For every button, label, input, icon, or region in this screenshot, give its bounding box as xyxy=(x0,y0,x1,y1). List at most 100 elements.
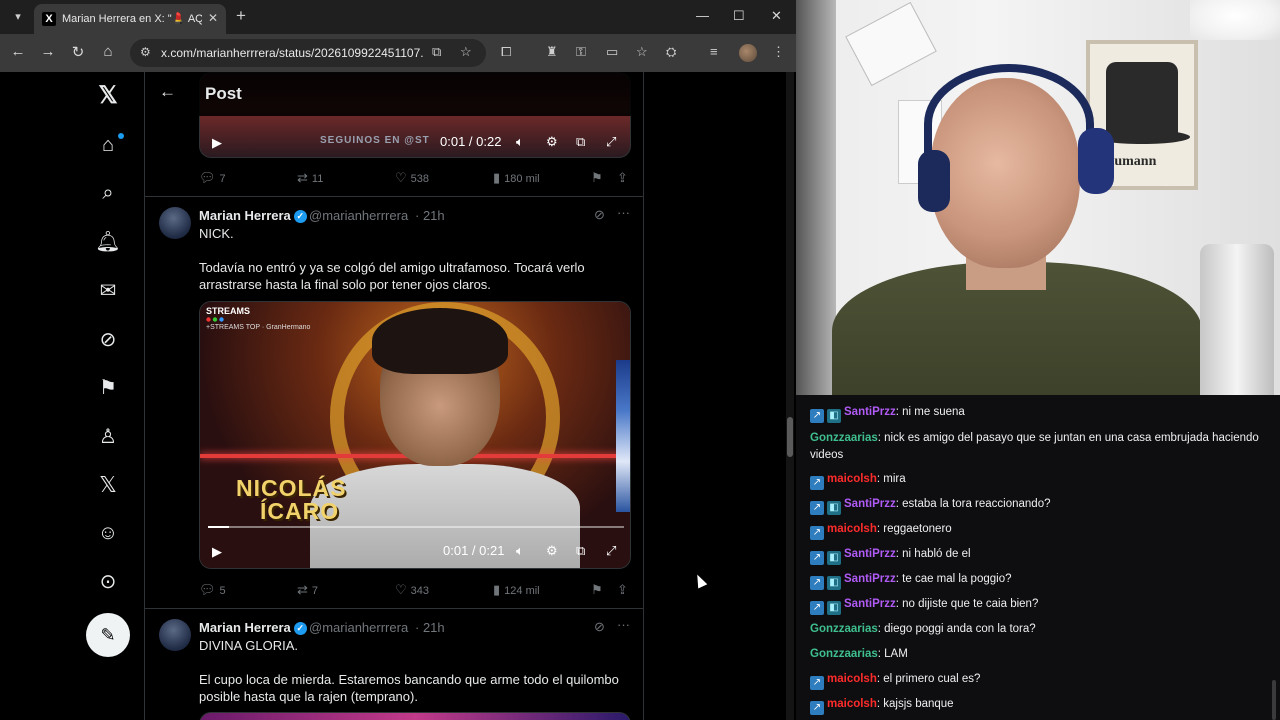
chat-username[interactable]: Gonzzaarias xyxy=(810,623,878,635)
author-name[interactable]: Marian Herrera ✓ xyxy=(199,620,307,636)
x-icon[interactable]: 𝕏 xyxy=(92,469,124,501)
more-options-icon[interactable]: ··· xyxy=(617,617,630,632)
repost-button[interactable]: ⇄ 7 xyxy=(297,582,318,598)
chat-badge-icon[interactable]: ↗ xyxy=(810,501,824,515)
bookmark-star-icon[interactable]: ☆ xyxy=(636,44,648,60)
like-button[interactable]: ♡ 343 xyxy=(395,582,429,598)
share-icon[interactable]: ⇪ xyxy=(617,170,632,186)
chat-badge-icon[interactable]: ↗ xyxy=(810,576,824,590)
like-button[interactable]: ♡ 538 xyxy=(395,170,429,186)
chat-username[interactable]: SantiPrzz xyxy=(844,406,896,418)
chat-username[interactable]: maicolsh xyxy=(827,523,877,535)
pip-icon[interactable]: ⧉ xyxy=(576,134,585,150)
play-icon[interactable]: ▶ xyxy=(212,544,222,560)
more-options-icon[interactable]: ··· xyxy=(617,205,630,220)
tweet-media-preview[interactable] xyxy=(199,712,631,720)
close-icon[interactable]: ✕ xyxy=(208,11,218,25)
page-scrollbar[interactable] xyxy=(786,72,794,720)
premium-icon[interactable]: ♙ xyxy=(92,421,124,453)
extensions-icon[interactable]: ⧠ xyxy=(501,44,511,60)
chat-username[interactable]: maicolsh xyxy=(827,673,877,685)
volume-icon[interactable]: 🔈︎ xyxy=(516,134,524,150)
messages-icon[interactable]: ✉ xyxy=(92,275,124,307)
share-icon[interactable]: ⇪ xyxy=(617,582,632,598)
chat-sub-badge-icon[interactable]: ◧ xyxy=(827,501,841,515)
chat-badge-icon[interactable]: ↗ xyxy=(810,476,824,490)
chat-username[interactable]: maicolsh xyxy=(827,698,877,710)
back-arrow-icon[interactable]: ← xyxy=(159,82,176,102)
chat-username[interactable]: maicolsh xyxy=(827,473,877,485)
pip-icon[interactable]: ⧉ xyxy=(576,543,585,559)
menu-icon[interactable]: ⋮ xyxy=(772,44,785,60)
home-icon[interactable]: ⌂ xyxy=(98,43,118,60)
extension-icon-3[interactable]: ▭ xyxy=(606,44,618,60)
chat-sub-badge-icon[interactable]: ◧ xyxy=(827,409,841,423)
reply-button[interactable]: 💬︎ 5 xyxy=(199,582,226,598)
x-logo-icon[interactable]: 𝕏 xyxy=(92,80,124,112)
chat-username[interactable]: Gonzzaarias xyxy=(810,432,878,444)
chat-sub-badge-icon[interactable]: ◧ xyxy=(827,551,841,565)
new-tab-icon[interactable]: + xyxy=(236,6,246,26)
tweet-video[interactable]: STREAMS +STREAMS TOP · GranHermano NICOL… xyxy=(199,301,631,569)
bookmark-icon[interactable]: ⚑ xyxy=(591,170,607,186)
grok-explain-icon[interactable]: ⊘ xyxy=(594,619,605,635)
reload-icon[interactable]: ↻ xyxy=(68,43,88,61)
bookmarks-icon[interactable]: ⚑ xyxy=(92,372,124,404)
chat-username[interactable]: SantiPrzz xyxy=(844,548,896,560)
chat-badge-icon[interactable]: ↗ xyxy=(810,701,824,715)
avatar[interactable] xyxy=(159,207,191,239)
chat-badge-icon[interactable]: ↗ xyxy=(810,526,824,540)
fullscreen-icon[interactable]: ⤢ xyxy=(606,543,616,559)
grok-icon[interactable]: ⊘ xyxy=(92,324,124,356)
chat-sub-badge-icon[interactable]: ◧ xyxy=(827,601,841,615)
views-button[interactable]: ▮ 124 mil xyxy=(493,582,540,598)
profile-avatar[interactable] xyxy=(739,44,757,62)
tweet-time[interactable]: · 21h xyxy=(415,620,445,635)
chat-badge-icon[interactable]: ↗ xyxy=(810,601,824,615)
extension-icon-1[interactable]: ♜ xyxy=(546,44,558,60)
tweet-time[interactable]: · 21h xyxy=(415,208,445,223)
volume-icon[interactable]: 🔈︎ xyxy=(516,543,524,559)
chat-username[interactable]: Gonzzaarias xyxy=(810,648,878,660)
notifications-icon[interactable]: 🔔︎ xyxy=(92,226,124,258)
extension-icon-2[interactable]: ⚿ xyxy=(576,44,586,60)
progress-track[interactable] xyxy=(208,526,624,528)
reply-button[interactable]: 💬︎ 7 xyxy=(199,170,226,186)
chat-sub-badge-icon[interactable]: ◧ xyxy=(827,576,841,590)
chat-username[interactable]: SantiPrzz xyxy=(844,598,896,610)
media-control-icon[interactable]: ≡ xyxy=(710,44,718,59)
window-close-icon[interactable]: ✕ xyxy=(771,8,782,24)
address-bar[interactable]: ⚙ x.com/marianherrrera/status/2026109922… xyxy=(130,39,486,67)
chat-username[interactable]: SantiPrzz xyxy=(844,498,896,510)
settings-icon[interactable]: ⚙ xyxy=(546,543,558,559)
tab-search-icon[interactable]: ▾ xyxy=(8,7,28,27)
avatar[interactable] xyxy=(159,619,191,651)
search-icon[interactable]: ⌕ xyxy=(92,177,124,209)
author-handle[interactable]: @marianherrrera xyxy=(309,208,408,223)
chat-badge-icon[interactable]: ↗ xyxy=(810,409,824,423)
profile-icon[interactable]: ☺ xyxy=(92,517,124,549)
forward-icon[interactable]: → xyxy=(38,43,58,60)
grok-explain-icon[interactable]: ⊘ xyxy=(594,207,605,223)
maximize-icon[interactable]: ☐ xyxy=(733,8,745,24)
chat-badge-icon[interactable]: ↗ xyxy=(810,551,824,565)
repost-button[interactable]: ⇄ 11 xyxy=(297,170,323,186)
fullscreen-icon[interactable]: ⤢ xyxy=(606,134,616,150)
more-icon[interactable]: ⊙ xyxy=(92,566,124,598)
site-info-icon[interactable]: ⚙ xyxy=(140,45,151,59)
chat-badge-icon[interactable]: ↗ xyxy=(810,676,824,690)
minimize-icon[interactable]: — xyxy=(696,8,709,23)
translate-icon[interactable]: ⛭ xyxy=(666,44,676,60)
star-icon[interactable]: ☆ xyxy=(460,44,472,60)
chat-scrollbar[interactable] xyxy=(1272,680,1276,720)
views-button[interactable]: ▮ 180 mil xyxy=(493,170,540,186)
back-icon[interactable]: ← xyxy=(8,43,28,60)
tweet[interactable]: Marian Herrera ✓ @marianherrrera · 21h ⊘ … xyxy=(145,608,643,720)
author-handle[interactable]: @marianherrrera xyxy=(309,620,408,635)
scroll-thumb[interactable] xyxy=(787,417,793,457)
home-icon[interactable]: ⌂ xyxy=(92,129,124,161)
play-icon[interactable]: ▶ xyxy=(212,135,222,151)
bookmark-icon[interactable]: ⚑ xyxy=(591,582,607,598)
author-name[interactable]: Marian Herrera ✓ xyxy=(199,208,307,224)
chat-username[interactable]: SantiPrzz xyxy=(844,573,896,585)
